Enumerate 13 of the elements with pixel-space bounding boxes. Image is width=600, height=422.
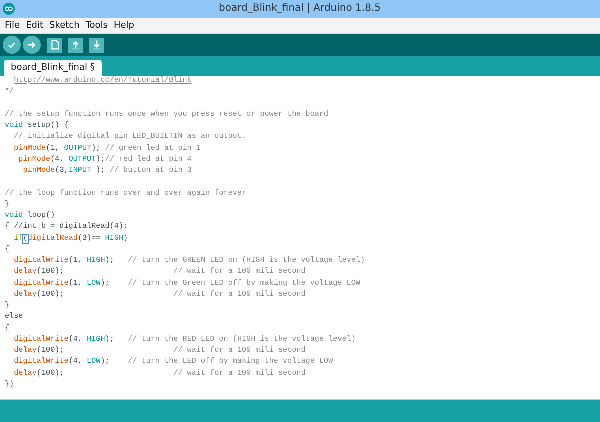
- document-button[interactable]: [47, 38, 62, 52]
- arrow-down-button[interactable]: [89, 38, 104, 52]
- arrow-up-button[interactable]: [68, 38, 83, 52]
- arrow-right-button[interactable]: [23, 36, 41, 54]
- sketch-tab[interactable]: board_Blink_final §: [4, 60, 102, 76]
- app-logo-icon: [3, 3, 15, 15]
- menu-item[interactable]: File: [2, 18, 24, 32]
- menu-item[interactable]: Tools: [82, 18, 111, 32]
- window-title: board_Blink_final | Arduino 1.8.5: [218, 3, 381, 14]
- check-button[interactable]: [3, 36, 21, 54]
- menu-item[interactable]: Sketch: [46, 18, 83, 32]
- menu-item[interactable]: Edit: [23, 18, 46, 32]
- menu-item[interactable]: Help: [111, 18, 138, 32]
